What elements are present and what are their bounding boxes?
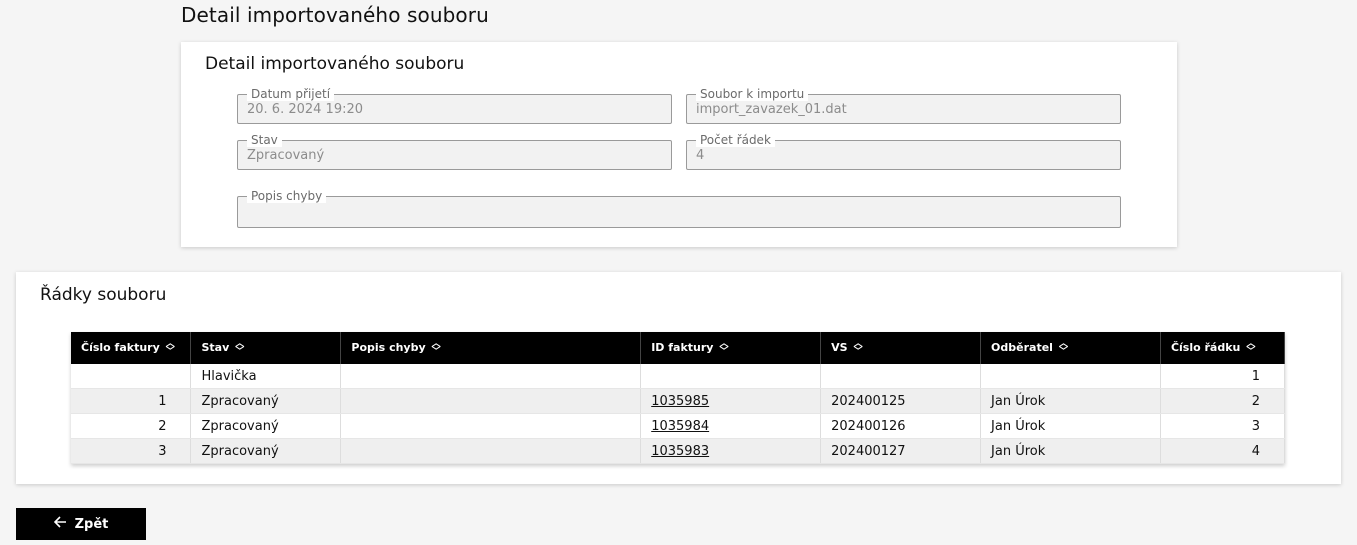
cell-odberatel: Jan Úrok [980, 388, 1161, 414]
cell-id-faktury[interactable]: 1035983 [640, 438, 822, 464]
sort-icon[interactable]: ︿ ﹀ [235, 340, 244, 357]
rows-card: Řádky souboru Číslo faktury ︿ ﹀ Stav ︿ ﹀ Pop… [16, 272, 1341, 484]
cell-cislo-faktury [71, 364, 192, 389]
id-faktury-link[interactable]: 1035984 [651, 419, 709, 434]
cell-stav: Zpracovaný [190, 388, 342, 414]
cell-popis-chyby [340, 438, 642, 464]
cell-vs: 202400126 [820, 413, 982, 439]
id-faktury-link[interactable]: 1035985 [651, 394, 709, 409]
id-faktury-link[interactable]: 1035983 [651, 444, 709, 459]
cell-stav: Hlavička [190, 364, 342, 389]
stav-label: Stav [247, 133, 282, 147]
table-row[interactable]: Hlavička 1 [71, 364, 1286, 389]
sort-icon[interactable]: ︿ ﹀ [166, 340, 175, 357]
col-id-faktury[interactable]: ID faktury ︿ ﹀ [640, 332, 822, 364]
soubor-k-importu-field[interactable]: Soubor k importu import_zavazek_01.dat [686, 87, 1121, 124]
col-stav[interactable]: Stav ︿ ﹀ [190, 332, 342, 364]
back-button[interactable]: Zpět [16, 508, 146, 540]
cell-popis-chyby [340, 388, 642, 414]
arrow-left-icon [53, 516, 67, 532]
soubor-k-importu-value: import_zavazek_01.dat [696, 102, 847, 117]
rows-card-title: Řádky souboru [40, 285, 167, 305]
cell-cislo-radku: 4 [1160, 438, 1286, 464]
table-row[interactable]: 1 Zpracovaný 1035985 202400125 Jan Úrok … [71, 388, 1286, 414]
sort-icon[interactable]: ︿ ﹀ [1059, 340, 1068, 357]
stav-value: Zpracovaný [247, 148, 325, 163]
back-button-label: Zpět [74, 516, 109, 532]
datum-prijeti-field[interactable]: Datum přijetí 20. 6. 2024 19:20 [237, 87, 672, 124]
cell-odberatel: Jan Úrok [980, 438, 1161, 464]
cell-vs [820, 364, 982, 389]
cell-vs: 202400127 [820, 438, 982, 464]
soubor-k-importu-label: Soubor k importu [696, 87, 809, 101]
cell-cislo-faktury: 3 [71, 438, 192, 464]
cell-stav: Zpracovaný [190, 413, 342, 439]
stav-field[interactable]: Stav Zpracovaný [237, 133, 672, 170]
detail-card-title: Detail importovaného souboru [205, 54, 465, 74]
pocet-radek-value: 4 [696, 148, 705, 163]
cell-stav: Zpracovaný [190, 438, 342, 464]
datum-prijeti-label: Datum přijetí [247, 87, 335, 101]
cell-cislo-faktury: 2 [71, 413, 192, 439]
col-popis-chyby[interactable]: Popis chyby ︿ ﹀ [340, 332, 642, 364]
table-header-row: Číslo faktury ︿ ﹀ Stav ︿ ﹀ Popis chyby ︿ ﹀ ID … [71, 332, 1286, 364]
col-odberatel[interactable]: Odběratel ︿ ﹀ [980, 332, 1161, 364]
sort-icon[interactable]: ︿ ﹀ [854, 340, 863, 357]
pocet-radek-field[interactable]: Počet řádek 4 [686, 133, 1121, 170]
pocet-radek-label: Počet řádek [696, 133, 775, 147]
cell-cislo-faktury: 1 [71, 388, 192, 414]
cell-popis-chyby [340, 364, 642, 389]
col-vs[interactable]: VS ︿ ﹀ [820, 332, 982, 364]
rows-table: Číslo faktury ︿ ﹀ Stav ︿ ﹀ Popis chyby ︿ ﹀ ID … [71, 332, 1286, 464]
datum-prijeti-value: 20. 6. 2024 19:20 [247, 102, 364, 117]
table-row[interactable]: 3 Zpracovaný 1035983 202400127 Jan Úrok … [71, 438, 1286, 464]
cell-id-faktury[interactable]: 1035984 [640, 413, 822, 439]
cell-id-faktury[interactable]: 1035985 [640, 388, 822, 414]
col-cislo-radku[interactable]: Číslo řádku ︿ ﹀ [1160, 332, 1286, 364]
cell-vs: 202400125 [820, 388, 982, 414]
cell-id-faktury[interactable] [640, 364, 822, 389]
cell-cislo-radku: 2 [1160, 388, 1286, 414]
sort-icon[interactable]: ︿ ﹀ [719, 340, 728, 357]
detail-card: Detail importovaného souboru Datum přije… [181, 42, 1177, 247]
col-cislo-faktury[interactable]: Číslo faktury ︿ ﹀ [71, 332, 192, 364]
cell-cislo-radku: 1 [1160, 364, 1286, 389]
cell-odberatel [980, 364, 1161, 389]
sort-icon[interactable]: ︿ ﹀ [1246, 340, 1255, 357]
cell-odberatel: Jan Úrok [980, 413, 1161, 439]
page-title: Detail importovaného souboru [181, 3, 489, 27]
cell-popis-chyby [340, 413, 642, 439]
popis-chyby-field[interactable]: Popis chyby [237, 189, 1121, 228]
cell-cislo-radku: 3 [1160, 413, 1286, 439]
sort-icon[interactable]: ︿ ﹀ [432, 340, 441, 357]
table-row[interactable]: 2 Zpracovaný 1035984 202400126 Jan Úrok … [71, 413, 1286, 439]
popis-chyby-label: Popis chyby [247, 189, 327, 203]
